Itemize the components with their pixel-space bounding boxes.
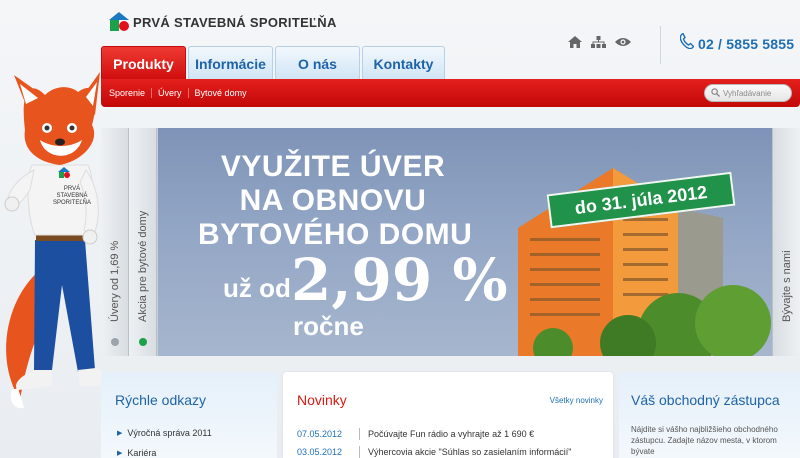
logo-text: PRVÁ STAVEBNÁ SPORITEĽŇA [133, 14, 337, 30]
logo[interactable]: PRVÁ STAVEBNÁ SPORITEĽŇA [109, 12, 337, 32]
top-icon-bar [568, 36, 631, 48]
agent-description: Nájdite si vášho najbližšieho obchodného… [631, 425, 778, 456]
hero-image[interactable]: VYUŽITE ÚVER NA OBNOVU BYTOVÉHO DOMU už … [158, 128, 772, 356]
headline-line-2: NA OBNOVU [239, 184, 427, 217]
rate-suffix: ročne [293, 311, 364, 341]
news-date: 03.05.2012 [297, 447, 343, 457]
news-headline: Počúvajte Fun rádio a vyhrajte až 1 690 … [368, 429, 535, 439]
arrow-right-icon: ▶ [117, 450, 123, 457]
news-item[interactable]: 03.05.2012 Výhercovia akcie "Súhlas so z… [297, 446, 571, 458]
mascot-shirt-line-1: PRVÁ STAVEBNÁ [56, 186, 88, 199]
banner-tab-indicator [111, 338, 119, 346]
banner-tab-uvery[interactable]: Úvery od 1,69 % [101, 128, 129, 356]
agent-panel: Váš obchodný zástupca Nájdite si vášho n… [619, 372, 800, 458]
phone-icon [679, 32, 695, 54]
tab-informacie[interactable]: Informácie [188, 46, 273, 80]
quick-links-panel: Rýchle odkazy ▶ Výročná správa 2011 ▶ Ka… [101, 372, 277, 458]
quick-links-title: Rýchle odkazy [115, 392, 207, 408]
eye-icon[interactable] [615, 37, 631, 47]
tab-kontakty[interactable]: Kontakty [362, 46, 445, 80]
rate-value: 2,99 % [291, 246, 508, 314]
banner-tab-uvery-label: Úvery od 1,69 % [109, 240, 121, 322]
banner-tab-indicator-active [139, 338, 147, 346]
subnav-item-bytove-domy[interactable]: Bytové domy [187, 88, 253, 98]
quick-link-item[interactable]: ▶ Kariéra [117, 448, 156, 458]
news-title: Novinky [297, 392, 347, 408]
news-item[interactable]: 07.05.2012 Počúvajte Fun rádio a vyhrajt… [297, 428, 534, 440]
search-icon [711, 84, 720, 102]
headline-line-1: VYUŽITE ÚVER [220, 150, 446, 183]
all-news-link[interactable]: Všetky novinky [550, 396, 603, 405]
search-box [704, 84, 792, 102]
rate-prefix: už od [223, 273, 291, 303]
subnav-bar: Sporenie Úvery Bytové domy [101, 79, 800, 107]
phone-number: 02 / 5855 5855 [698, 35, 795, 52]
banner-tab-akcia-label: Akcia pre bytové domy [137, 210, 149, 322]
news-date: 07.05.2012 [297, 429, 343, 439]
header-divider [660, 26, 661, 64]
quick-link-label: Kariéra [127, 448, 157, 458]
main-nav: Produkty Informácie O nás Kontakty [101, 46, 445, 80]
sitemap-icon[interactable] [591, 36, 606, 48]
home-icon[interactable] [568, 36, 582, 48]
banner-tab-byvajte-label: Bývajte s nami [781, 250, 793, 322]
search-input[interactable] [723, 88, 789, 98]
banner-tab-byvajte[interactable]: Bývajte s nami [772, 128, 800, 356]
arrow-right-icon: ▶ [117, 430, 123, 437]
news-separator [359, 446, 360, 458]
news-separator [359, 428, 360, 440]
phone-contact[interactable]: 02 / 5855 5855 [679, 32, 795, 54]
tab-o-nas[interactable]: O nás [275, 46, 360, 80]
banner-tab-akcia[interactable]: Akcia pre bytové domy [129, 128, 157, 356]
quick-link-item[interactable]: ▶ Výročná správa 2011 [117, 428, 212, 438]
subnav-item-uvery[interactable]: Úvery [151, 88, 188, 98]
quick-link-label: Výročná správa 2011 [127, 428, 212, 438]
agent-title: Váš obchodný zástupca [631, 392, 780, 408]
news-headline: Výhercovia akcie "Súhlas so zasielaním i… [368, 447, 572, 457]
logo-mark-icon [109, 12, 129, 32]
news-panel: Novinky Všetky novinky 07.05.2012 Počúva… [283, 372, 613, 458]
mascot-shirt-text: PRVÁ STAVEBNÁ SPORITEĽŇA [50, 186, 94, 207]
hero-banner: Úvery od 1,69 % Akcia pre bytové domy VY… [101, 128, 800, 356]
mascot-shirt-line-2: SPORITEĽŇA [52, 200, 91, 206]
